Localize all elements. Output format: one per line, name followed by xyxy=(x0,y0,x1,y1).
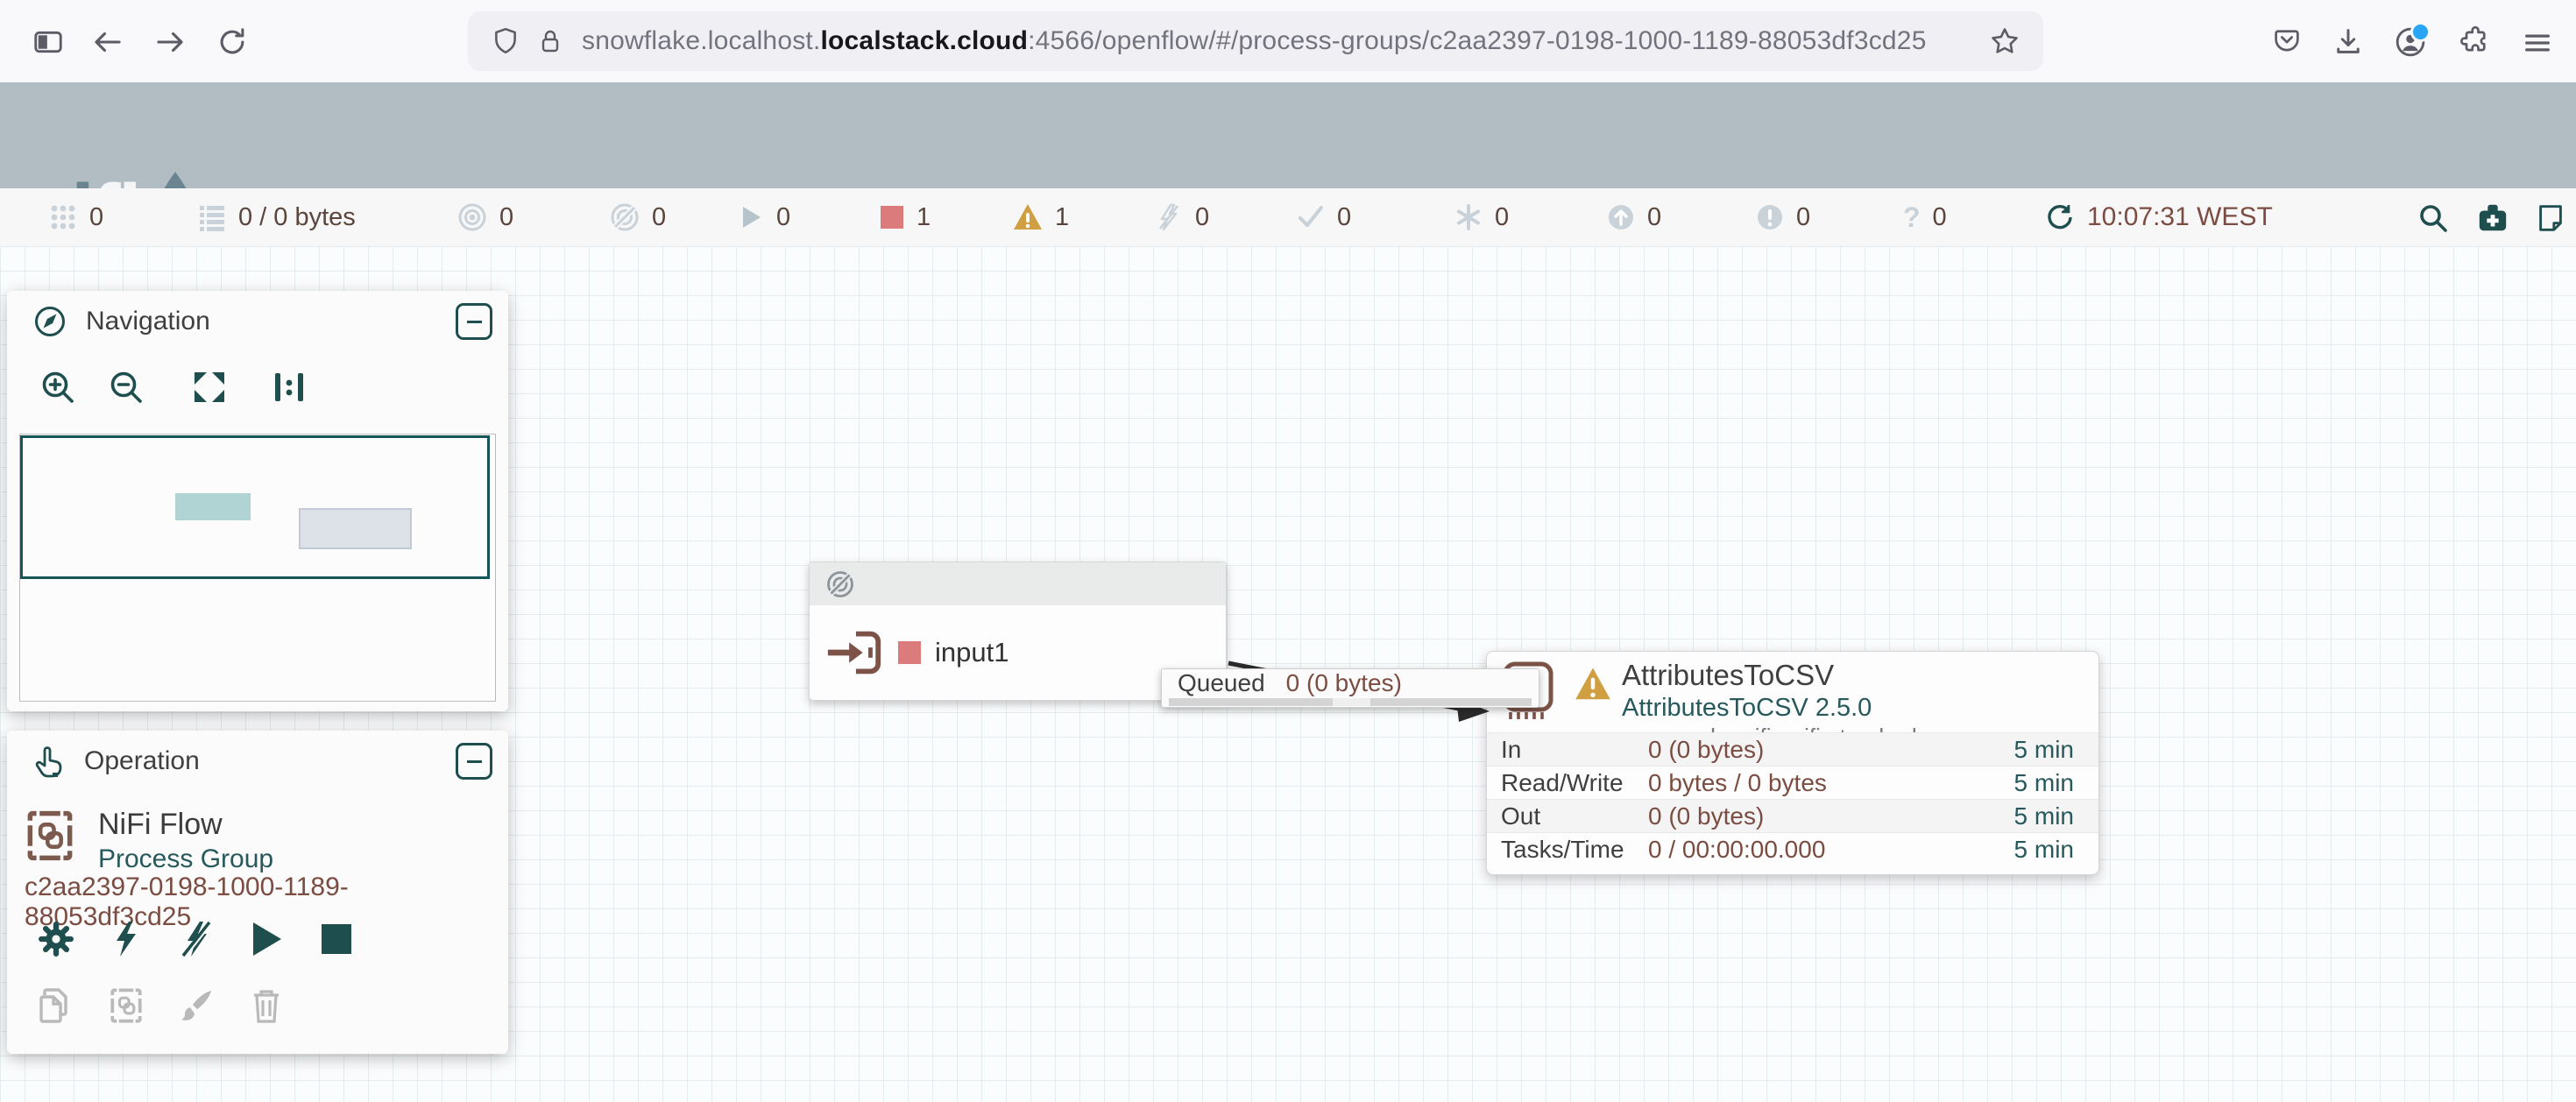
stat-row-tasks: Tasks/Time0 / 00:00:00.0005 min xyxy=(1487,832,2098,865)
queued-text: Queued xyxy=(1178,669,1265,697)
disable-lightning-icon[interactable] xyxy=(177,920,216,958)
queue-progress-size xyxy=(1370,698,1532,706)
group-icon[interactable] xyxy=(107,986,145,1025)
hand-pointer-icon xyxy=(33,744,65,779)
zoom-actual-size-icon[interactable] xyxy=(272,369,307,406)
running-icon xyxy=(738,204,764,230)
status-up-to-date: 0 xyxy=(1297,188,1351,246)
configuration-gear-icon[interactable] xyxy=(37,920,75,958)
url-bar[interactable]: snowflake.localhost.localstack.cloud:456… xyxy=(468,11,2043,71)
not-transmitting-icon xyxy=(825,569,855,599)
status-active-threads: 0 xyxy=(49,188,103,246)
birdseye-viewport[interactable] xyxy=(20,435,490,579)
shield-icon[interactable] xyxy=(491,26,520,56)
refresh-group[interactable]: 10:07:31 WEST xyxy=(2045,188,2273,246)
url-text[interactable]: snowflake.localhost.localstack.cloud:456… xyxy=(582,26,1927,56)
delete-trash-icon[interactable] xyxy=(247,986,286,1025)
invalid-icon xyxy=(1013,202,1043,232)
forward-icon[interactable] xyxy=(153,25,187,59)
queue-progress-count xyxy=(1169,698,1333,706)
extensions-puzzle-icon[interactable] xyxy=(2459,25,2490,57)
status-transmitting: 0 xyxy=(457,188,513,246)
last-refresh-time: 10:07:31 WEST xyxy=(2087,202,2273,232)
stopped-status-icon xyxy=(898,641,921,664)
transmitting-icon xyxy=(457,202,487,232)
status-locally-modified: 0 xyxy=(1454,188,1509,246)
status-invalid: 1 xyxy=(1013,188,1069,246)
status-locally-modified-stale: 0 xyxy=(1756,188,1810,246)
browser-toolbar: snowflake.localhost.localstack.cloud:456… xyxy=(0,0,2576,84)
sidebar-toggle-icon[interactable] xyxy=(32,25,65,59)
color-brush-icon[interactable] xyxy=(177,986,216,1025)
account-badge xyxy=(2410,22,2431,42)
operation-panel: Operation NiFi Flow Process Group c2aa23… xyxy=(7,731,508,1054)
queued-value: 0 (0 bytes) xyxy=(1286,669,1402,697)
bookmark-star-icon[interactable] xyxy=(1989,25,2020,57)
stop-icon[interactable] xyxy=(317,920,356,958)
input-port-icon xyxy=(824,629,884,676)
stopped-icon xyxy=(880,205,904,230)
navigation-panel: Navigation xyxy=(7,291,508,711)
status-not-transmitting: 0 xyxy=(610,188,666,246)
compass-icon xyxy=(33,305,67,338)
browser-menu-icon[interactable] xyxy=(2522,27,2553,59)
selected-flow-name: NiFi Flow xyxy=(98,806,273,843)
pocket-icon[interactable] xyxy=(2271,25,2303,57)
not-transmitting-icon xyxy=(610,202,640,232)
sync-failure-icon: ? xyxy=(1903,203,1921,231)
start-icon[interactable] xyxy=(247,920,286,958)
nifi-header: nifi xyxy=(0,82,2576,188)
flow-canvas[interactable]: input1 AttributesToCSV AttributesToCSV 2… xyxy=(0,246,2576,1102)
processor-name: AttributesToCSV xyxy=(1622,658,1957,693)
birdseye-map[interactable] xyxy=(19,434,496,702)
stale-icon xyxy=(1607,203,1635,231)
selected-flow-type: Process Group xyxy=(98,843,273,876)
input-port-run-status-strip xyxy=(810,562,1226,605)
status-disabled: 0 xyxy=(1155,188,1209,246)
account-icon[interactable] xyxy=(2394,25,2427,59)
collapse-operation-icon[interactable] xyxy=(456,743,492,780)
collapse-navigation-icon[interactable] xyxy=(456,303,492,340)
port-name: input1 xyxy=(935,637,1008,668)
zoom-fit-icon[interactable] xyxy=(191,369,228,406)
status-queued: 0 / 0 bytes xyxy=(198,188,356,246)
reload-icon[interactable] xyxy=(216,25,249,59)
stat-row-readwrite: Read/Write0 bytes / 0 bytes5 min xyxy=(1487,766,2098,799)
locally-modified-icon xyxy=(1454,203,1483,231)
navigation-title: Navigation xyxy=(86,307,210,336)
copy-icon[interactable] xyxy=(37,986,75,1025)
zoom-in-icon[interactable] xyxy=(39,368,77,406)
processor-stats-table: In0 (0 bytes)5 min Read/Write0 bytes / 0… xyxy=(1487,732,2098,865)
birdseye-processor xyxy=(299,508,412,549)
enable-lightning-icon[interactable] xyxy=(107,920,145,958)
refresh-icon[interactable] xyxy=(2045,202,2075,232)
operation-title: Operation xyxy=(84,746,200,776)
stat-row-in: In0 (0 bytes)5 min xyxy=(1487,732,2098,766)
bulletin-board-icon[interactable] xyxy=(2534,201,2567,235)
active-threads-icon xyxy=(49,203,77,231)
disabled-icon xyxy=(1155,203,1183,231)
status-stopped: 1 xyxy=(880,188,931,246)
locally-modified-stale-icon xyxy=(1756,203,1784,231)
flow-status-bar: 0 0 / 0 bytes 0 0 0 1 1 0 0 0 0 0 xyxy=(0,188,2576,247)
status-stale: 0 xyxy=(1607,188,1661,246)
queued-icon xyxy=(198,203,226,231)
search-icon[interactable] xyxy=(2417,201,2450,235)
up-to-date-icon xyxy=(1297,203,1325,231)
zoom-out-icon[interactable] xyxy=(107,368,145,406)
lock-icon[interactable] xyxy=(536,27,564,55)
downloads-icon[interactable] xyxy=(2332,25,2364,57)
process-group-icon xyxy=(25,806,75,876)
connection-queued-label[interactable]: Queued 0 (0 bytes) xyxy=(1161,668,1539,708)
processor-component[interactable]: AttributesToCSV AttributesToCSV 2.5.0 or… xyxy=(1486,651,2099,875)
stat-row-out: Out0 (0 bytes)5 min xyxy=(1487,799,2098,832)
birdseye-input-port xyxy=(175,493,251,520)
status-running: 0 xyxy=(738,188,790,246)
back-icon[interactable] xyxy=(91,25,124,59)
processor-type: AttributesToCSV 2.5.0 xyxy=(1622,693,1957,723)
flow-analysis-icon[interactable] xyxy=(2476,201,2509,235)
status-sync-failure: ? 0 xyxy=(1903,188,1947,246)
